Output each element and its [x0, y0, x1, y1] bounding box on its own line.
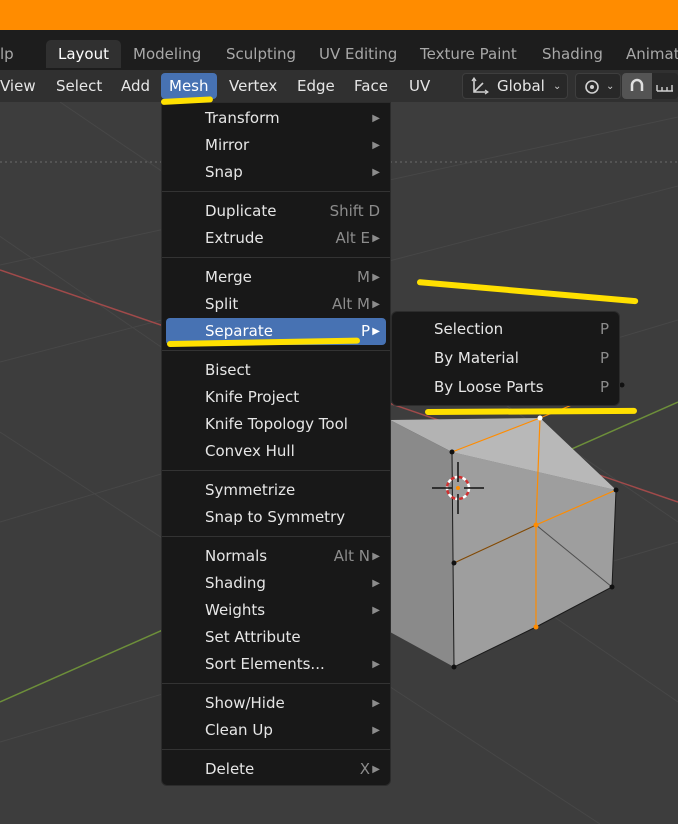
cube-mesh: [390, 382, 625, 670]
proportional-editing-dropdown[interactable]: ⌄: [575, 73, 621, 99]
menu-item-knife-topology-tool[interactable]: Knife Topology Tool: [166, 411, 386, 438]
menu-separator: [162, 257, 390, 258]
transform-orientation-icon: [471, 76, 490, 99]
menu-item-split[interactable]: Split Alt M ▶: [166, 291, 386, 318]
tab-help-menu[interactable]: lp: [0, 40, 26, 68]
shortcut-label: M: [357, 268, 370, 286]
menu-item-transform[interactable]: Transform ▶: [166, 105, 386, 132]
menu-item-convex-hull[interactable]: Convex Hull: [166, 438, 386, 465]
menu-item-shading[interactable]: Shading ▶: [166, 570, 386, 597]
menu-item-mirror[interactable]: Mirror ▶: [166, 132, 386, 159]
shortcut-label: Alt N: [333, 547, 370, 565]
snap-toggle[interactable]: [622, 73, 652, 99]
shortcut-label: P: [360, 322, 370, 340]
submenu-arrow-icon: ▶: [372, 299, 380, 310]
submenu-arrow-icon: ▶: [372, 167, 380, 178]
menu-separator: [162, 350, 390, 351]
menu-add[interactable]: Add: [113, 73, 158, 99]
submenu-arrow-icon: ▶: [372, 659, 380, 670]
menu-item-sort-elements[interactable]: Sort Elements... ▶: [166, 651, 386, 678]
submenu-arrow-icon: ▶: [372, 764, 380, 775]
tab-modeling[interactable]: Modeling: [121, 40, 213, 68]
menu-edge[interactable]: Edge: [289, 73, 343, 99]
menu-item-extrude[interactable]: Extrude Alt E ▶: [166, 225, 386, 252]
tab-shading[interactable]: Shading: [530, 40, 615, 68]
submenu-arrow-icon: ▶: [372, 725, 380, 736]
submenu-item-by-loose-parts[interactable]: By Loose Parts P: [392, 373, 619, 401]
menu-item-weights[interactable]: Weights ▶: [166, 597, 386, 624]
shortcut-label: Alt E: [335, 229, 370, 247]
separate-submenu: Selection P By Material P By Loose Parts…: [391, 311, 620, 406]
tab-layout[interactable]: Layout: [46, 40, 121, 68]
menu-vertex[interactable]: Vertex: [221, 73, 285, 99]
workspace-tabs: lp Layout Modeling Sculpting UV Editing …: [0, 30, 678, 70]
shortcut-label: X: [359, 760, 370, 778]
proportional-editing-icon: [582, 77, 602, 101]
submenu-item-by-material[interactable]: By Material P: [392, 344, 619, 372]
viewport-header: View Select Add Mesh Vertex Edge Face UV…: [0, 70, 678, 102]
menu-mesh[interactable]: Mesh: [161, 73, 217, 99]
submenu-arrow-icon: ▶: [372, 272, 380, 283]
shortcut-label: P: [599, 349, 609, 367]
tab-texture-paint[interactable]: Texture Paint: [408, 40, 529, 68]
submenu-arrow-icon: ▶: [372, 326, 380, 337]
submenu-arrow-icon: ▶: [372, 578, 380, 589]
menu-uv[interactable]: UV: [401, 73, 438, 99]
shortcut-label: P: [599, 378, 609, 396]
menu-item-set-attribute[interactable]: Set Attribute: [166, 624, 386, 651]
tab-animation[interactable]: Animat: [614, 40, 678, 68]
menu-item-symmetrize[interactable]: Symmetrize: [166, 477, 386, 504]
menu-separator: [162, 749, 390, 750]
menu-view[interactable]: View: [0, 73, 44, 99]
title-bar: [0, 0, 678, 30]
orientation-value: Global: [497, 77, 545, 95]
snap-increment-icon: [655, 77, 675, 99]
menu-item-show-hide[interactable]: Show/Hide ▶: [166, 690, 386, 717]
menu-separator: [162, 470, 390, 471]
shortcut-label: Alt M: [331, 295, 370, 313]
mesh-menu-dropdown: Transform ▶ Mirror ▶ Snap ▶ Duplicate Sh…: [161, 102, 391, 786]
menu-item-duplicate[interactable]: Duplicate Shift D: [166, 198, 386, 225]
chevron-down-icon: ⌄: [606, 81, 615, 92]
menu-item-normals[interactable]: Normals Alt N ▶: [166, 543, 386, 570]
shortcut-label: Shift D: [329, 202, 380, 220]
menu-face[interactable]: Face: [346, 73, 396, 99]
menu-item-snap[interactable]: Snap ▶: [166, 159, 386, 186]
menu-item-merge[interactable]: Merge M ▶: [166, 264, 386, 291]
menu-item-clean-up[interactable]: Clean Up ▶: [166, 717, 386, 744]
menu-item-bisect[interactable]: Bisect: [166, 357, 386, 384]
transform-orientation-dropdown[interactable]: Global ⌄: [462, 73, 568, 99]
menu-item-delete[interactable]: Delete X ▶: [166, 756, 386, 783]
shortcut-label: P: [599, 320, 609, 338]
menu-separator: [162, 536, 390, 537]
submenu-arrow-icon: ▶: [372, 233, 380, 244]
submenu-arrow-icon: ▶: [372, 551, 380, 562]
chevron-down-icon: ⌄: [553, 81, 562, 92]
submenu-item-selection[interactable]: Selection P: [392, 315, 619, 343]
submenu-arrow-icon: ▶: [372, 113, 380, 124]
menu-select[interactable]: Select: [48, 73, 110, 99]
menu-item-snap-to-symmetry[interactable]: Snap to Symmetry: [166, 504, 386, 531]
menu-item-knife-project[interactable]: Knife Project: [166, 384, 386, 411]
tab-sculpting[interactable]: Sculpting: [214, 40, 308, 68]
magnet-icon: [627, 76, 647, 100]
annotation-underline-submenu: [424, 407, 638, 415]
submenu-arrow-icon: ▶: [372, 698, 380, 709]
menu-separator: [162, 191, 390, 192]
submenu-arrow-icon: ▶: [372, 605, 380, 616]
submenu-arrow-icon: ▶: [372, 140, 380, 151]
snap-options-dropdown[interactable]: [652, 73, 678, 99]
tab-uv-editing[interactable]: UV Editing: [307, 40, 409, 68]
menu-separator: [162, 683, 390, 684]
